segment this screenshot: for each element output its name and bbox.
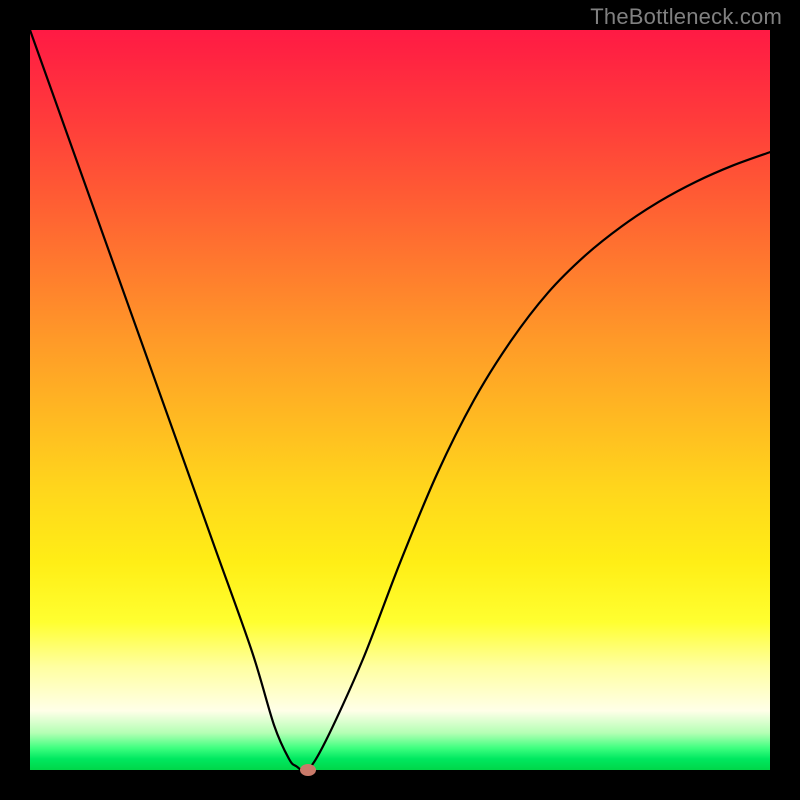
minimum-marker: [300, 764, 316, 776]
watermark-text: TheBottleneck.com: [590, 4, 782, 30]
bottleneck-curve: [30, 30, 770, 771]
chart-svg: [30, 30, 770, 770]
